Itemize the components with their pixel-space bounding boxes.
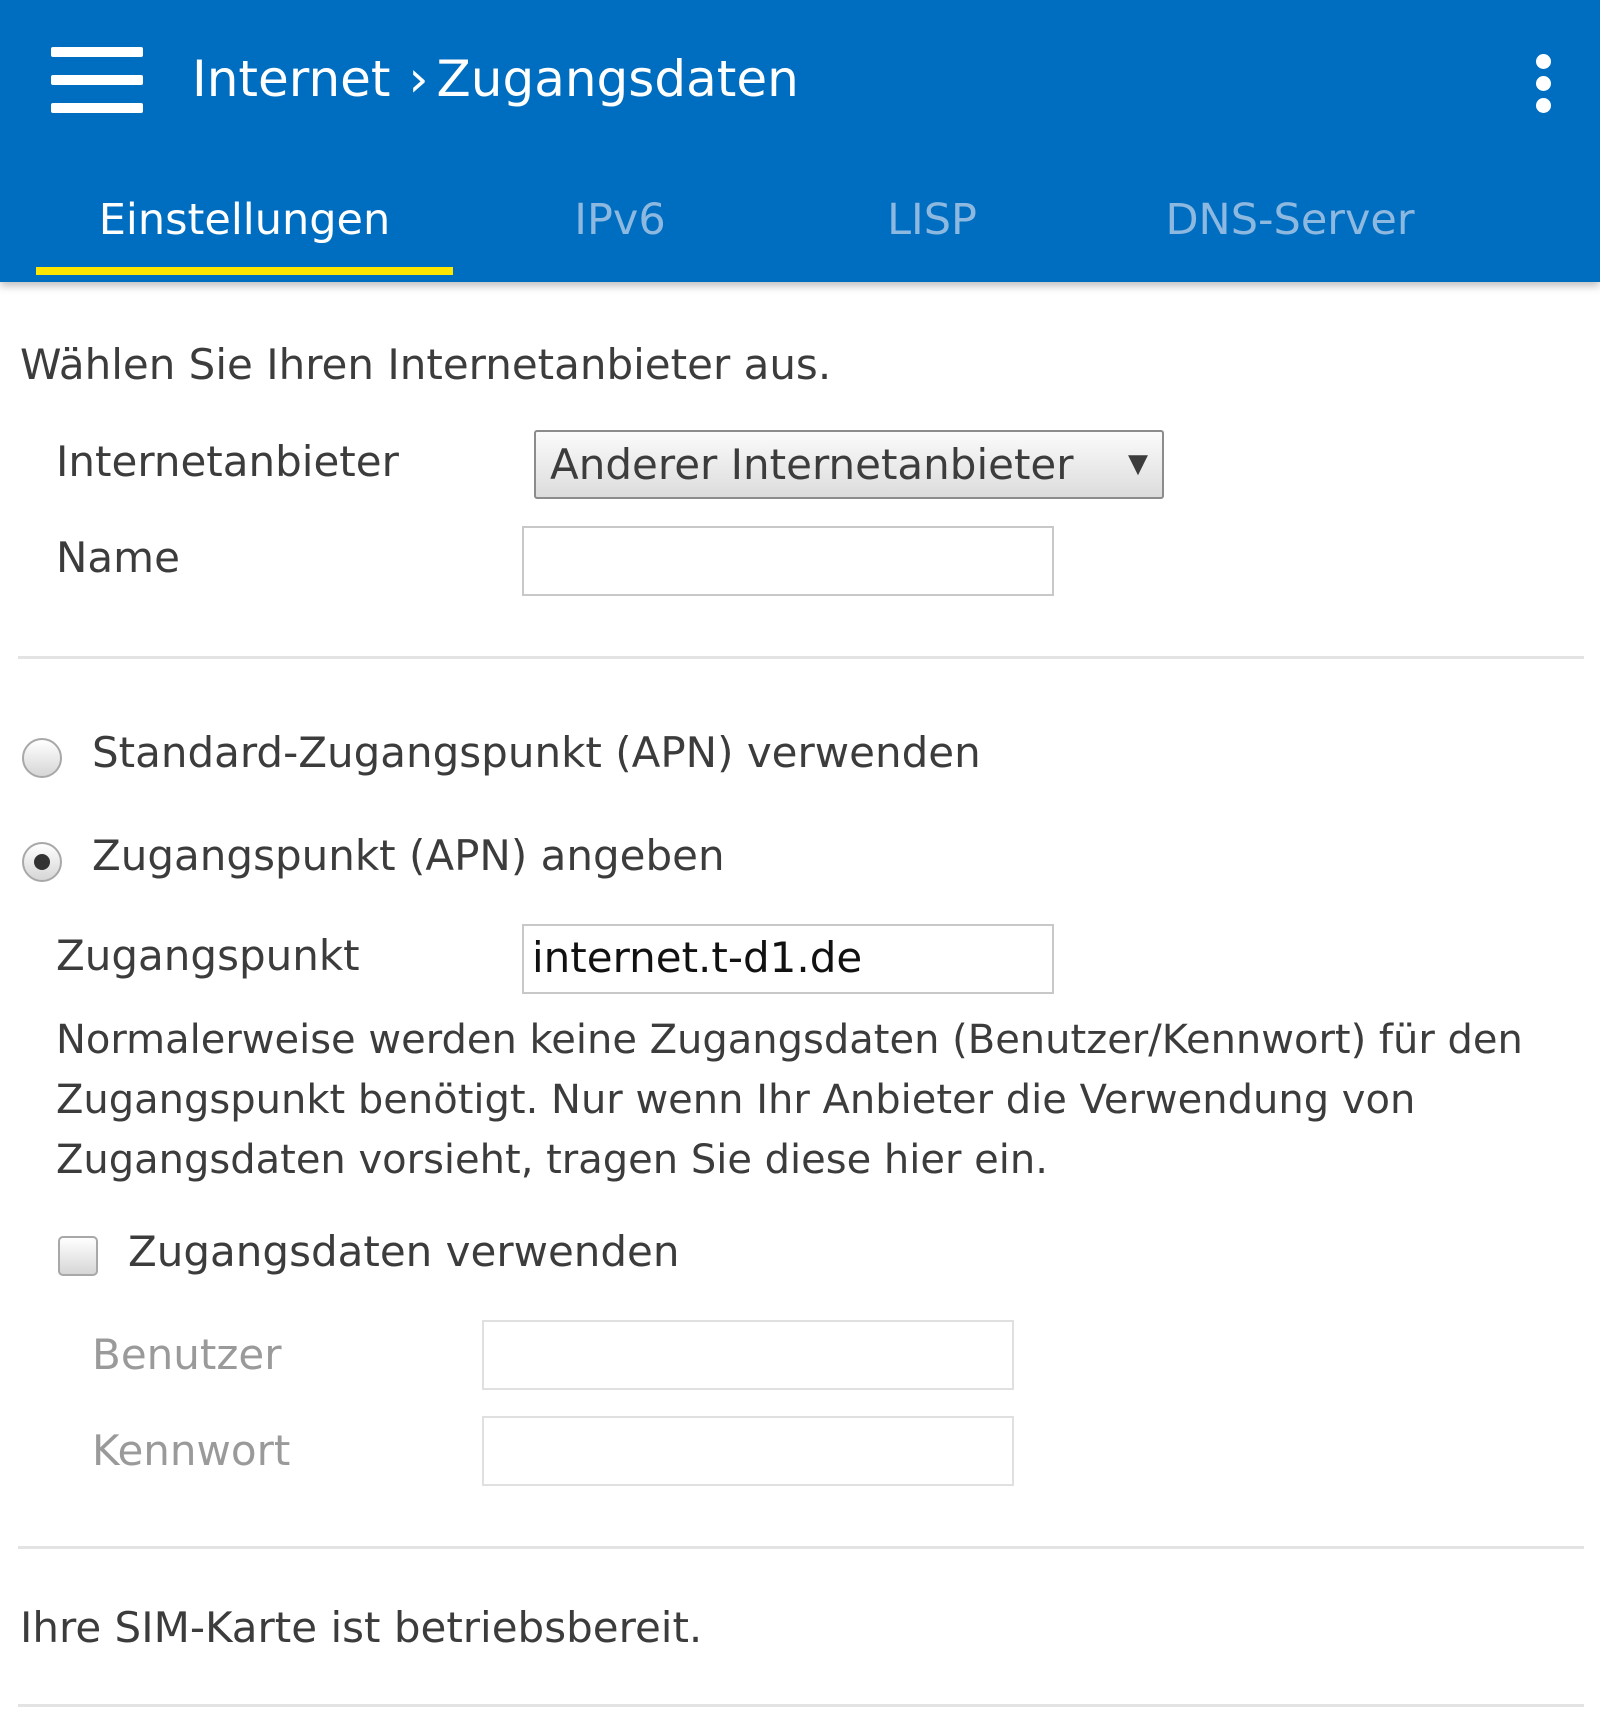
tab-einstellungen[interactable]: Einstellungen <box>36 190 453 250</box>
radio-custom-apn[interactable] <box>22 842 62 882</box>
credentials-info-text: Normalerweise werden keine Zugangsdaten … <box>56 1017 1523 1183</box>
dropdown-arrow-icon: ▼ <box>1128 449 1148 479</box>
password-label: Kennwort <box>92 1426 291 1475</box>
divider <box>18 1546 1584 1549</box>
name-input[interactable] <box>522 526 1054 596</box>
sim-status-text: Ihre SIM-Karte ist betriebsbereit. <box>20 1603 703 1652</box>
more-vertical-icon[interactable] <box>1528 54 1558 114</box>
provider-intro-text: Wählen Sie Ihren Internetanbieter aus. <box>20 340 832 389</box>
breadcrumb-parent[interactable]: Internet <box>192 50 391 108</box>
apn-label: Zugangspunkt <box>56 931 360 980</box>
tab-lisp[interactable]: LISP <box>832 190 1032 250</box>
provider-select[interactable]: Anderer Internetanbieter ▼ <box>534 430 1164 499</box>
radio-custom-apn-label[interactable]: Zugangspunkt (APN) angeben <box>92 831 725 880</box>
tab-dns-server[interactable]: DNS-Server <box>1150 190 1430 250</box>
hamburger-menu-icon[interactable] <box>51 47 143 113</box>
provider-label: Internetanbieter <box>56 437 399 486</box>
user-input[interactable] <box>482 1320 1014 1390</box>
user-label: Benutzer <box>92 1330 282 1379</box>
active-tab-indicator <box>36 267 453 275</box>
breadcrumb-current: Zugangsdaten <box>436 50 799 108</box>
apn-input[interactable]: internet.t-d1.de <box>522 924 1054 994</box>
provider-select-value: Anderer Internetanbieter <box>550 440 1074 489</box>
app-bar: Internet › Zugangsdaten Einstellungen IPv6… <box>0 0 1600 282</box>
radio-default-apn-label[interactable]: Standard-Zugangspunkt (APN) verwenden <box>92 728 981 777</box>
radio-default-apn[interactable] <box>22 738 62 778</box>
divider <box>18 1704 1584 1707</box>
breadcrumb-chevron-icon: › <box>408 50 429 108</box>
tab-ipv6[interactable]: IPv6 <box>520 190 720 250</box>
divider <box>18 656 1584 659</box>
radio-selected-dot <box>34 854 50 870</box>
page-title: Internet › Zugangsdaten <box>192 44 799 114</box>
name-label: Name <box>56 533 180 582</box>
password-input[interactable] <box>482 1416 1014 1486</box>
use-credentials-checkbox[interactable] <box>58 1236 98 1276</box>
use-credentials-label[interactable]: Zugangsdaten verwenden <box>128 1227 680 1276</box>
